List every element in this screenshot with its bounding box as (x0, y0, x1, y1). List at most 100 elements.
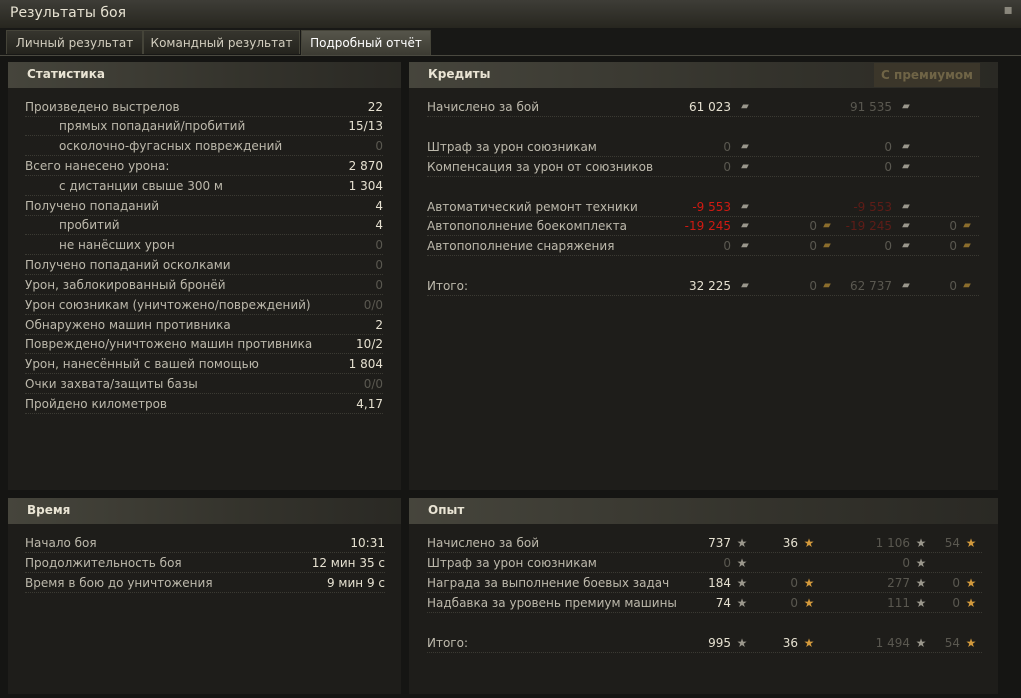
credits-premium-value: -19 245 (845, 219, 892, 233)
gold-premium-value: 0 (949, 239, 957, 253)
credits-label: Штраф за урон союзникам (427, 140, 597, 154)
xp-premium-value: 0 (902, 556, 910, 570)
premium-column-header: С премиумом (874, 63, 980, 87)
experience-label: Начислено за бой (427, 536, 540, 550)
stat-label: Получено попаданий осколками (25, 258, 231, 272)
credits-row: Итого: 32 225 ▰ 0 ▰ 62 737 ▰ 0 ▰ (427, 277, 979, 296)
credit-icon: ▰ (741, 240, 749, 251)
credits-base-value: 32 225 (689, 279, 731, 293)
close-icon[interactable]: ▪ (1004, 2, 1014, 18)
credits-panel: Кредиты С премиумом Начислено за бой 61 0… (409, 62, 998, 490)
credits-premium-value: 62 737 (850, 279, 892, 293)
gold-icon: ▰ (963, 280, 971, 291)
free-xp-star-icon: ★ (965, 536, 977, 550)
credits-premium-value: 0 (884, 160, 892, 174)
stat-value: 2 870 (348, 159, 383, 173)
credits-header: Кредиты С премиумом (409, 62, 998, 88)
experience-header: Опыт (409, 498, 998, 524)
stat-label: Всего нанесено урона: (25, 159, 170, 173)
stat-value: 2 (375, 318, 383, 332)
free-xp-base-value: 0 (790, 576, 798, 590)
credits-label: Компенсация за урон от союзников (427, 160, 654, 174)
free-xp-star-icon: ★ (965, 576, 977, 590)
gold-base-value: 0 (809, 279, 817, 293)
credits-row: Начислено за бой 61 023 ▰ 91 535 ▰ (427, 98, 979, 117)
stat-value: 1 804 (348, 357, 383, 371)
time-row: Время в бою до уничтожения 9 мин 9 с (25, 574, 385, 593)
statistics-title: Статистика (27, 67, 105, 81)
stat-label: Обнаружено машин противника (25, 318, 231, 332)
credits-label: Итого: (427, 279, 468, 293)
experience-row: Итого: 995 ★ 36 ★ 1 494 ★ 54 ★ (427, 634, 982, 653)
time-row: Продолжительность боя 12 мин 35 с (25, 554, 385, 573)
stat-label: Урон, нанесённый с вашей помощью (25, 357, 259, 371)
xp-star-icon: ★ (736, 536, 748, 550)
xp-star-icon: ★ (736, 596, 748, 610)
free-xp-premium-value: 54 (944, 536, 960, 550)
stat-label: Получено попаданий (25, 199, 160, 213)
tab-team-result[interactable]: Командный результат (143, 30, 300, 54)
stat-row: Урон, заблокированный бронёй 0 (25, 276, 383, 295)
stat-row: осколочно-фугасных повреждений 0 (25, 137, 383, 156)
credits-label: Автопополнение снаряжения (427, 239, 615, 253)
credits-premium-value: -9 553 (853, 200, 892, 214)
credit-icon: ▰ (902, 201, 910, 212)
time-label: Начало боя (25, 536, 97, 550)
credit-icon: ▰ (741, 280, 749, 291)
gold-premium-value: 0 (949, 279, 957, 293)
stat-value: 22 (367, 100, 383, 114)
xp-base-value: 74 (715, 596, 731, 610)
time-panel: Время Начало боя 10:31 Продолжительность б… (8, 498, 401, 694)
tab-detailed-report[interactable]: Подробный отчёт (301, 30, 431, 55)
credit-icon: ▰ (741, 220, 749, 231)
credit-icon: ▰ (902, 101, 910, 112)
free-xp-star-icon: ★ (803, 536, 815, 550)
experience-label: Итого: (427, 636, 468, 650)
stat-label: пробитий (59, 218, 120, 232)
stat-label: осколочно-фугасных повреждений (59, 139, 283, 153)
stat-row: прямых попаданий/пробитий 15/13 (25, 117, 383, 136)
battle-results-window: Результаты боя ▪ Личный результат Команд… (0, 0, 1021, 698)
credits-base-value: 61 023 (689, 100, 731, 114)
credits-row: Автоматический ремонт техники -9 553 ▰ -9 5… (427, 198, 979, 217)
stat-value: 15/13 (348, 119, 383, 133)
stat-row: с дистанции свыше 300 м 1 304 (25, 177, 383, 196)
credit-icon: ▰ (902, 220, 910, 231)
gold-premium-value: 0 (949, 219, 957, 233)
stat-label: Произведено выстрелов (25, 100, 180, 114)
stat-label: не нанёсших урон (59, 238, 175, 252)
credits-row: Автопополнение боекомплекта -19 245 ▰ 0 ▰ -19… (427, 217, 979, 236)
stat-row: не нанёсших урон 0 (25, 236, 383, 255)
stat-row: Обнаружено машин противника 2 (25, 316, 383, 335)
gold-base-value: 0 (809, 239, 817, 253)
xp-premium-value: 1 494 (875, 636, 910, 650)
credit-icon: ▰ (741, 141, 749, 152)
stat-row: Урон союзникам (уничтожено/повреждений) 0… (25, 296, 383, 315)
stat-label: Повреждено/уничтожено машин противника (25, 337, 313, 351)
free-xp-premium-value: 0 (952, 576, 960, 590)
stat-label: Очки захвата/защиты базы (25, 377, 198, 391)
xp-base-value: 995 (708, 636, 731, 650)
credits-title: Кредиты (428, 67, 491, 81)
xp-premium-value: 111 (887, 596, 910, 610)
xp-star-icon: ★ (915, 536, 927, 550)
gold-icon: ▰ (963, 220, 971, 231)
window-title: Результаты боя (10, 5, 126, 21)
stat-row: Пройдено километров 4,17 (25, 395, 383, 414)
credits-base-value: 0 (723, 160, 731, 174)
stat-value: 0 (375, 278, 383, 292)
time-row: Начало боя 10:31 (25, 534, 385, 553)
stat-value: 0 (375, 258, 383, 272)
tab-personal-result[interactable]: Личный результат (6, 30, 143, 54)
xp-star-icon: ★ (736, 576, 748, 590)
xp-star-icon: ★ (915, 636, 927, 650)
credits-base-value: -19 245 (684, 219, 731, 233)
xp-base-value: 184 (708, 576, 731, 590)
free-xp-star-icon: ★ (803, 576, 815, 590)
credits-premium-value: 0 (884, 140, 892, 154)
xp-base-value: 737 (708, 536, 731, 550)
stat-row: Получено попаданий 4 (25, 197, 383, 216)
credits-label: Автоматический ремонт техники (427, 200, 638, 214)
tab-bar: Личный результат Командный результат Под… (0, 28, 1021, 56)
credits-base-value: -9 553 (692, 200, 731, 214)
